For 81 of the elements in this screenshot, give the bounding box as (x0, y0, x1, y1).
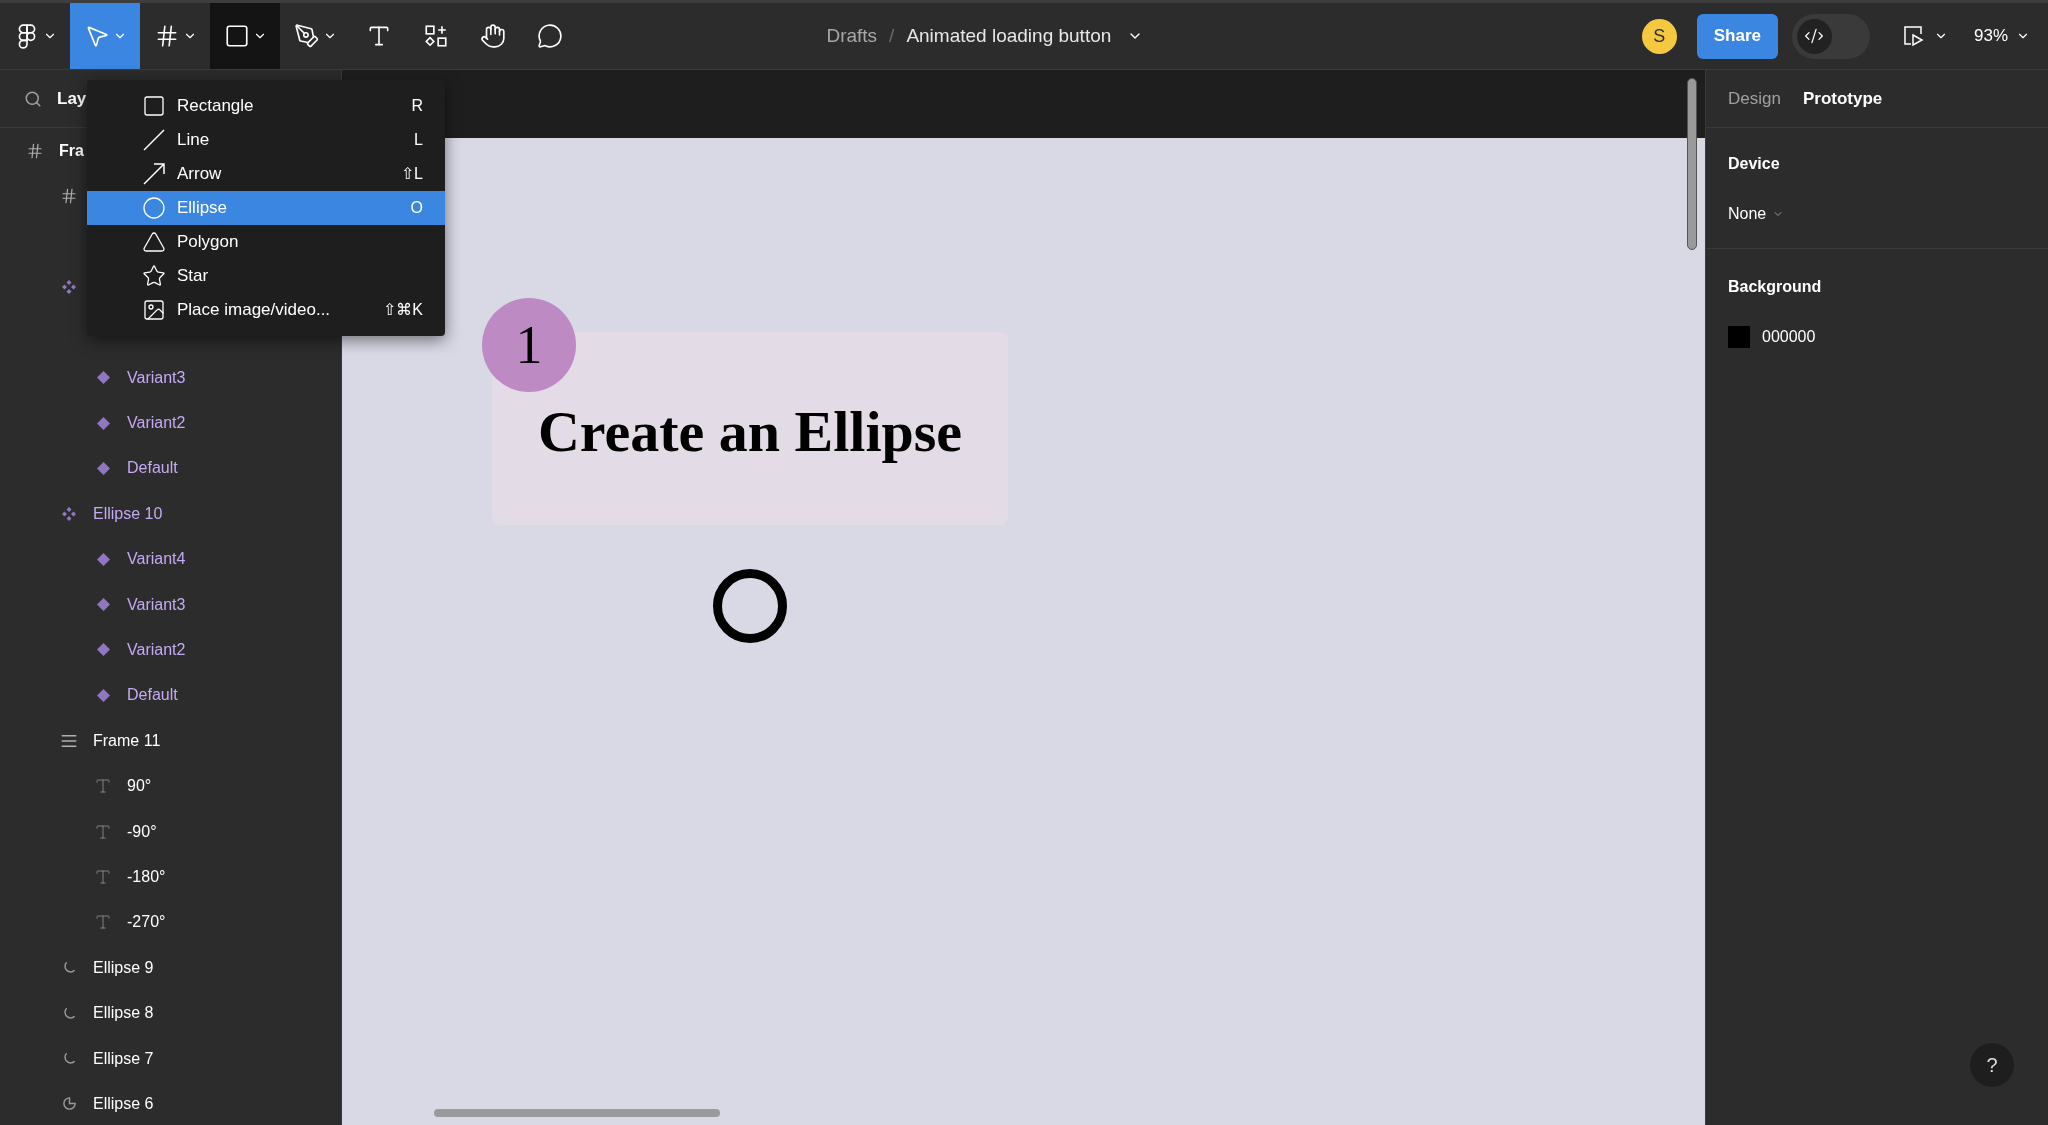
color-swatch[interactable] (1728, 326, 1750, 348)
diamond-icon (96, 552, 110, 566)
menu-item[interactable]: Ellipse O (87, 191, 445, 225)
breadcrumb-separator: / (889, 23, 895, 48)
zoom-menu[interactable]: 93% (1973, 23, 2030, 49)
section-title: Background (1728, 277, 1823, 297)
panel-tab[interactable]: Prototype (1802, 85, 1883, 112)
component-icon (61, 505, 77, 522)
file-name[interactable]: Animated loading button (906, 21, 1112, 51)
menu-item[interactable]: Line L (87, 123, 445, 157)
frame-icon (26, 141, 44, 160)
arrow-icon (142, 162, 166, 186)
diamond-icon (96, 598, 110, 612)
diamond-icon (96, 416, 110, 430)
dev-mode-toggle[interactable] (1791, 13, 1870, 59)
arc-icon (61, 960, 77, 976)
star-icon (142, 264, 166, 288)
layer-name[interactable]: Fra (59, 138, 84, 163)
rectangle-icon (223, 23, 250, 49)
layer-name[interactable]: Variant3 (127, 592, 186, 617)
menu-item[interactable]: Arrow ⇧L (87, 157, 445, 191)
layer-name[interactable]: Default (127, 683, 178, 708)
panel-title: Lay (57, 87, 87, 110)
arc-icon (61, 1005, 77, 1021)
menu-item[interactable]: Place image/video... ⇧⌘K (87, 293, 445, 327)
layer-name[interactable]: Ellipse 9 (93, 955, 154, 980)
layer-name[interactable]: Ellipse 7 (93, 1046, 154, 1071)
text-icon (94, 913, 112, 932)
panel-tab[interactable]: Design (1728, 85, 1781, 112)
tool-button[interactable] (210, 3, 280, 69)
diamond-icon (96, 371, 110, 385)
layer-name[interactable]: Ellipse 10 (93, 501, 163, 526)
code-icon (1804, 26, 1825, 46)
pen-icon (293, 23, 320, 49)
step-heading: Create an Ellipse (537, 398, 963, 466)
diamond-icon (96, 461, 110, 475)
present-button[interactable] (1901, 24, 1948, 48)
text-icon (94, 867, 112, 886)
color-value[interactable]: 000000 (1762, 325, 1816, 349)
layer-name[interactable]: -90° (127, 819, 157, 844)
search-icon (24, 89, 42, 108)
frame-icon (60, 187, 78, 206)
line-icon (142, 128, 166, 152)
help-button[interactable]: ? (1970, 1043, 2014, 1087)
section-title: Device (1728, 154, 1781, 174)
device-dropdown[interactable]: None (1728, 202, 1785, 226)
menu-item[interactable]: Rectangle R (87, 89, 445, 123)
comment-icon (536, 23, 563, 49)
layer-name[interactable]: Ellipse 6 (93, 1091, 154, 1116)
vertical-scrollbar[interactable] (1687, 78, 1697, 250)
breadcrumb-folder[interactable]: Drafts (826, 21, 878, 51)
rectangle-icon (142, 94, 166, 118)
component-icon (61, 278, 77, 295)
layer-name[interactable]: 90° (127, 774, 152, 799)
layer-name[interactable]: Variant2 (127, 411, 186, 436)
layer-name[interactable]: -270° (127, 910, 166, 935)
text-icon (94, 777, 112, 796)
layer-name[interactable]: Variant2 (127, 638, 186, 662)
layer-name[interactable]: Default (127, 456, 178, 481)
share-button[interactable]: Share (1696, 13, 1778, 59)
shapes-icon (422, 23, 449, 49)
menu-item[interactable]: Star (87, 259, 445, 293)
layer-name[interactable]: Variant3 (127, 365, 186, 390)
triangle-icon (142, 230, 166, 254)
arc-icon (61, 1051, 77, 1066)
layer-name[interactable]: Frame 11 (93, 728, 161, 753)
present-icon (1901, 24, 1926, 48)
layer-name[interactable]: -180° (127, 864, 166, 889)
diamond-icon (96, 688, 110, 702)
user-avatar[interactable]: S (1641, 18, 1677, 54)
diamond-icon (96, 643, 110, 657)
step-badge: 1 (482, 298, 576, 392)
text-icon (94, 822, 112, 841)
ellipse-icon (142, 196, 166, 220)
layer-name[interactable]: Variant4 (127, 547, 186, 572)
layer-name[interactable]: Ellipse 8 (93, 1001, 154, 1026)
pie-icon (61, 1096, 77, 1112)
hand-icon (479, 23, 506, 49)
horizontal-scrollbar[interactable] (434, 1109, 720, 1117)
menu-item[interactable]: Polygon (87, 225, 445, 259)
image-icon (142, 298, 166, 322)
